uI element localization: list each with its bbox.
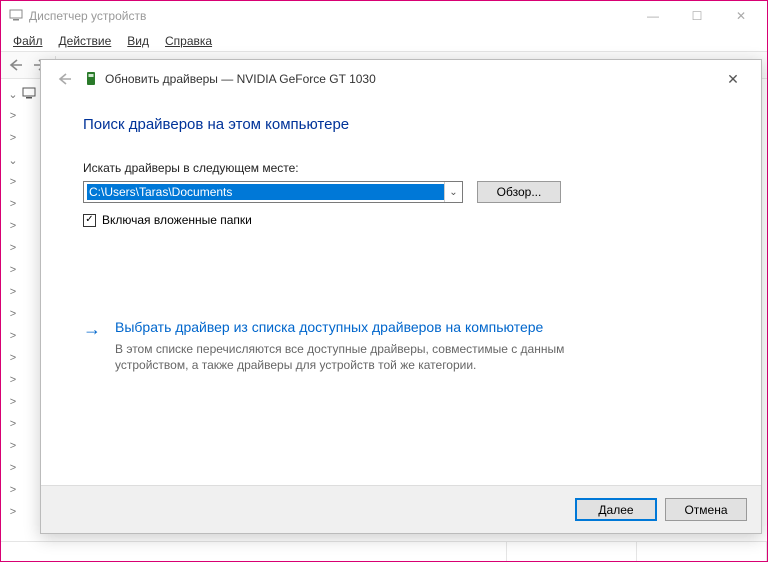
pick-from-list-option[interactable]: → Выбрать драйвер из списка доступных др… xyxy=(83,317,719,373)
tree-item[interactable]: > xyxy=(7,459,41,477)
expander-icon[interactable]: > xyxy=(7,440,19,452)
minimize-button[interactable]: — xyxy=(631,2,675,30)
tree-item[interactable]: > xyxy=(7,349,41,367)
tree-item[interactable]: > xyxy=(7,283,41,301)
expander-icon[interactable]: > xyxy=(7,506,19,518)
expander-icon[interactable]: > xyxy=(7,330,19,342)
next-button[interactable]: Далее xyxy=(575,498,657,521)
expander-icon[interactable]: > xyxy=(7,374,19,386)
tree-item[interactable]: > xyxy=(7,107,41,125)
menu-action[interactable]: Действие xyxy=(51,32,120,50)
expander-icon[interactable]: > xyxy=(7,242,19,254)
device-manager-window: Диспетчер устройств — ☐ ✕ Файл Действие … xyxy=(0,0,768,562)
window-title: Диспетчер устройств xyxy=(29,9,625,23)
expander-icon[interactable]: > xyxy=(7,396,19,408)
dialog-footer: Далее Отмена xyxy=(41,485,761,533)
dialog-header: Обновить драйверы — NVIDIA GeForce GT 10… xyxy=(41,60,761,98)
tree-item[interactable]: > xyxy=(7,327,41,345)
expander-open-icon[interactable]: ⌄ xyxy=(7,88,19,101)
tree-item[interactable]: > xyxy=(7,415,41,433)
expander-icon[interactable]: > xyxy=(7,132,19,144)
tree-item[interactable]: > xyxy=(7,261,41,279)
dialog-title: Обновить драйверы — NVIDIA GeForce GT 10… xyxy=(105,72,376,86)
close-button[interactable]: ✕ xyxy=(719,2,763,30)
nav-back-icon[interactable] xyxy=(5,54,27,76)
tree-item[interactable]: > xyxy=(7,173,41,191)
dialog-heading: Поиск драйверов на этом компьютере xyxy=(83,116,719,133)
device-tree: ⌄ > > ⌄ > > > > > > > > > > > > > > > > xyxy=(7,85,41,525)
expander-open-icon[interactable]: ⌄ xyxy=(7,154,19,167)
chevron-down-icon[interactable]: ⌄ xyxy=(444,182,462,202)
app-icon xyxy=(9,8,23,25)
dialog-body: Поиск драйверов на этом компьютере Искат… xyxy=(41,98,761,485)
menu-file[interactable]: Файл xyxy=(5,32,51,50)
expander-icon[interactable]: > xyxy=(7,352,19,364)
tree-item[interactable]: > xyxy=(7,503,41,521)
device-icon xyxy=(85,71,97,87)
tree-root[interactable]: ⌄ xyxy=(7,85,41,103)
search-location-label: Искать драйверы в следующем месте: xyxy=(83,161,719,175)
update-drivers-dialog: Обновить драйверы — NVIDIA GeForce GT 10… xyxy=(40,59,762,534)
path-combobox[interactable]: C:\Users\Taras\Documents ⌄ xyxy=(83,181,463,203)
statusbar xyxy=(1,541,767,561)
titlebar: Диспетчер устройств — ☐ ✕ xyxy=(1,1,767,31)
browse-button[interactable]: Обзор... xyxy=(477,181,561,203)
tree-item[interactable]: ⌄ xyxy=(7,151,41,169)
tree-item[interactable]: > xyxy=(7,305,41,323)
tree-item[interactable]: > xyxy=(7,371,41,389)
expander-icon[interactable]: > xyxy=(7,176,19,188)
path-value: C:\Users\Taras\Documents xyxy=(87,184,444,200)
wizard-back-button[interactable] xyxy=(53,68,75,90)
expander-icon[interactable]: > xyxy=(7,264,19,276)
tree-item[interactable]: > xyxy=(7,437,41,455)
menu-view[interactable]: Вид xyxy=(119,32,157,50)
tree-item[interactable]: > xyxy=(7,217,41,235)
include-subfolders-checkbox[interactable]: ✓ Включая вложенные папки xyxy=(83,213,719,227)
expander-icon[interactable]: > xyxy=(7,220,19,232)
expander-icon[interactable]: > xyxy=(7,308,19,320)
tree-item[interactable]: > xyxy=(7,195,41,213)
expander-icon[interactable]: > xyxy=(7,110,19,122)
expander-icon[interactable]: > xyxy=(7,286,19,298)
tree-item[interactable]: > xyxy=(7,481,41,499)
cancel-button[interactable]: Отмена xyxy=(665,498,747,521)
expander-icon[interactable]: > xyxy=(7,198,19,210)
expander-icon[interactable]: > xyxy=(7,462,19,474)
option-description: В этом списке перечисляются все доступны… xyxy=(115,341,615,373)
menubar: Файл Действие Вид Справка xyxy=(1,31,767,51)
maximize-button[interactable]: ☐ xyxy=(675,2,719,30)
checkbox-icon: ✓ xyxy=(83,214,96,227)
expander-icon[interactable]: > xyxy=(7,418,19,430)
expander-icon[interactable]: > xyxy=(7,484,19,496)
option-title: Выбрать драйвер из списка доступных драй… xyxy=(115,317,555,337)
computer-icon xyxy=(22,87,36,102)
menu-help[interactable]: Справка xyxy=(157,32,220,50)
tree-item[interactable]: > xyxy=(7,239,41,257)
right-arrow-icon: → xyxy=(83,319,101,339)
include-subfolders-label: Включая вложенные папки xyxy=(102,213,252,227)
tree-item[interactable]: > xyxy=(7,393,41,411)
dialog-close-button[interactable]: ✕ xyxy=(713,64,753,94)
tree-item[interactable]: > xyxy=(7,129,41,147)
